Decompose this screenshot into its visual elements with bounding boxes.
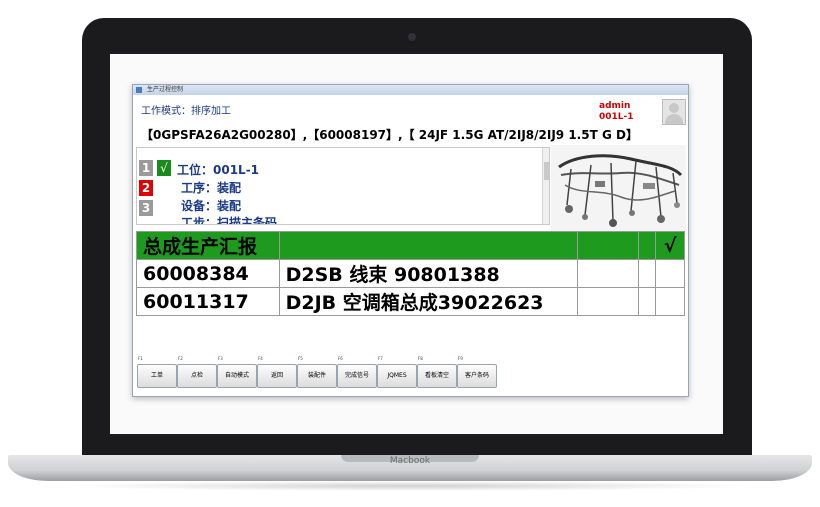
check-icon: √ — [157, 160, 171, 176]
fkey-label: F1 — [138, 356, 143, 361]
back-button[interactable]: 返回 — [257, 364, 297, 388]
table-header-row: 总成生产汇报 √ — [136, 231, 685, 260]
step-2: 2 — [139, 180, 153, 196]
part-description: D2JB 空调箱总成39022623 — [278, 287, 579, 316]
table-cell — [577, 259, 640, 288]
table-cell — [655, 259, 685, 288]
fkey-slot: F5 装配件 — [297, 356, 337, 392]
window-title: 生产过程控制 — [147, 86, 184, 93]
fkey-slot: F9 客户条码 — [457, 356, 497, 392]
app-window: 生产过程控制 工作模式：排序加工 admin 001L-1 【0GPSFA26A… — [132, 84, 689, 397]
user-name: admin — [599, 101, 631, 111]
process-panel: 1 2 3 √ 工位：001L-1 工序：装配 设备：装配 工步：扫描主条码 — [136, 147, 550, 225]
laptop-brand: Macbook — [389, 456, 431, 466]
fkey-slot: F1 工单 — [137, 356, 177, 392]
table-row[interactable]: 60011317 D2JB 空调箱总成39022623 — [136, 287, 685, 316]
order-info: 【0GPSFA26A2G00280】,【60008197】,【 24JF 1.5… — [141, 128, 638, 142]
step-3: 3 — [139, 200, 153, 216]
table-cell — [638, 287, 657, 316]
table-cell — [638, 259, 657, 288]
table-cell — [655, 287, 685, 316]
production-table: 总成生产汇报 √ 60008384 D2SB 线束 90801388 60011… — [136, 231, 685, 316]
fkey-label: F2 — [178, 356, 183, 361]
fkey-slot: F6 完成信号 — [337, 356, 377, 392]
table-header-cell — [577, 231, 640, 260]
station-line: 工位：001L-1 — [177, 163, 260, 177]
fkey-label: F4 — [258, 356, 263, 361]
wire-harness-image — [551, 145, 686, 231]
fkey-label: F8 — [418, 356, 423, 361]
procedure-line: 工序：装配 — [181, 181, 242, 195]
table-row[interactable]: 60008384 D2SB 线束 90801388 — [136, 259, 685, 288]
fkey-label: F9 — [458, 356, 463, 361]
fkey-slot: F4 返回 — [257, 356, 297, 392]
part-number: 60011317 — [136, 287, 280, 316]
step-1: 1 — [139, 160, 153, 176]
auto-mode-button[interactable]: 自动模式 — [217, 364, 257, 388]
fkey-label: F6 — [338, 356, 343, 361]
work-mode: 工作模式：排序加工 — [141, 106, 231, 117]
clear-board-button[interactable]: 看板清空 — [417, 364, 457, 388]
equipment-line: 设备：装配 — [181, 199, 242, 213]
laptop-shadow — [60, 481, 760, 491]
fkey-slot: F2 点检 — [177, 356, 217, 392]
table-header-check: √ — [655, 231, 685, 260]
inspection-button[interactable]: 点检 — [177, 364, 217, 388]
window-titlebar: 生产过程控制 — [133, 85, 688, 95]
camera-icon — [408, 33, 416, 41]
fkey-label: F5 — [298, 356, 303, 361]
fkey-slot: F3 自动模式 — [217, 356, 257, 392]
customer-barcode-button[interactable]: 客户条码 — [457, 364, 497, 388]
function-key-bar: F1 工单 F2 点检 F3 自动模式 F4 返回 F5 装配件 F6 完成信号… — [135, 356, 497, 392]
app-icon — [136, 87, 142, 93]
work-order-button[interactable]: 工单 — [137, 364, 177, 388]
jqmes-button[interactable]: JQMES — [377, 364, 417, 388]
user-info: admin 001L-1 — [599, 101, 634, 123]
fkey-slot: F7 JQMES — [377, 356, 417, 392]
fkey-slot: F8 看板清空 — [417, 356, 457, 392]
table-cell — [577, 287, 640, 316]
scrollbar[interactable] — [542, 148, 549, 224]
fkey-label: F7 — [378, 356, 383, 361]
fkey-label: F3 — [218, 356, 223, 361]
part-description: D2SB 线束 90801388 — [278, 259, 579, 288]
assembly-part-button[interactable]: 装配件 — [297, 364, 337, 388]
station-code: 001L-1 — [599, 112, 634, 122]
table-header-cell — [278, 231, 579, 260]
table-header-cell: 总成生产汇报 — [136, 231, 280, 260]
user-avatar-icon[interactable] — [662, 99, 686, 125]
part-number: 60008384 — [136, 259, 280, 288]
complete-signal-button[interactable]: 完成信号 — [337, 364, 377, 388]
step-line: 工步：扫描主条码 — [181, 216, 278, 225]
table-header-cell — [638, 231, 657, 260]
